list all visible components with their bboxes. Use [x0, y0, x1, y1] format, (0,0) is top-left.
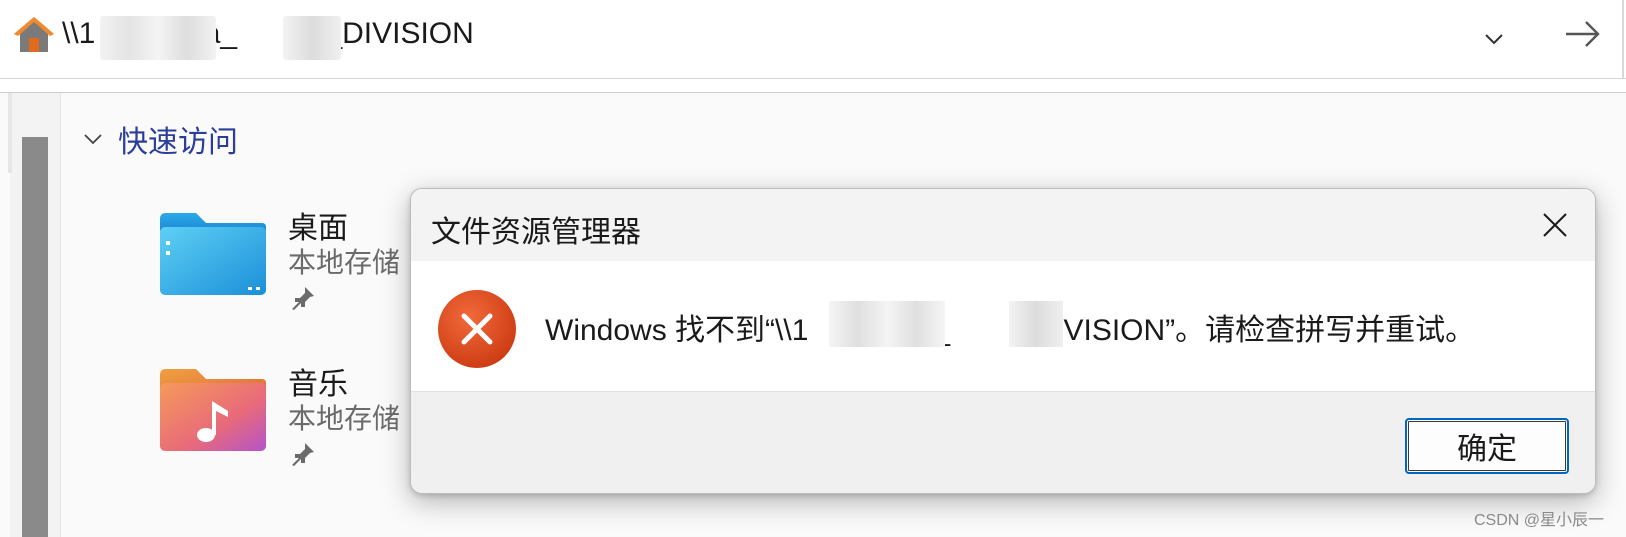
item-location: 本地存储	[288, 247, 401, 278]
dialog-title: 文件资源管理器	[431, 216, 641, 249]
address-bar: \\1 8\a_ C_DIVISION	[0, 0, 1626, 79]
dialog-content: Windows 找不到“\\1 8\a_ _DIVISION”。请检查拼写并重试…	[411, 261, 1595, 391]
home-icon[interactable]	[12, 14, 56, 54]
redacted-segment	[1009, 301, 1063, 347]
scrollbar-thumb[interactable]	[22, 137, 48, 537]
error-icon	[438, 290, 516, 368]
redacted-segment	[829, 301, 945, 347]
watermark: CSDN @星小辰一	[1474, 512, 1605, 529]
pin-icon	[292, 443, 314, 466]
section-title: 快速访问	[118, 126, 238, 159]
pin-icon	[292, 287, 314, 310]
dialog-footer: 确定	[411, 391, 1595, 493]
close-button[interactable]	[1533, 203, 1577, 247]
arrow-right-icon[interactable]	[1560, 14, 1604, 54]
window-edge	[1622, 0, 1624, 78]
music-folder-icon	[160, 369, 266, 451]
desktop-folder-icon	[160, 213, 266, 295]
redacted-segment	[100, 16, 216, 60]
chevron-down-icon[interactable]	[1476, 24, 1512, 54]
error-dialog: 文件资源管理器 Windows 找不到“\\1 8\a_ _DIVISION”。…	[410, 188, 1596, 494]
chevron-down-icon[interactable]	[82, 128, 104, 150]
close-icon	[1543, 213, 1567, 237]
redacted-segment	[283, 16, 341, 60]
quick-access-header[interactable]: 快速访问	[82, 121, 238, 159]
item-location: 本地存储	[288, 403, 401, 434]
ok-button[interactable]: 确定	[1405, 418, 1569, 474]
scrollbar-track[interactable]	[8, 93, 12, 173]
dialog-titlebar[interactable]: 文件资源管理器	[411, 189, 1595, 261]
